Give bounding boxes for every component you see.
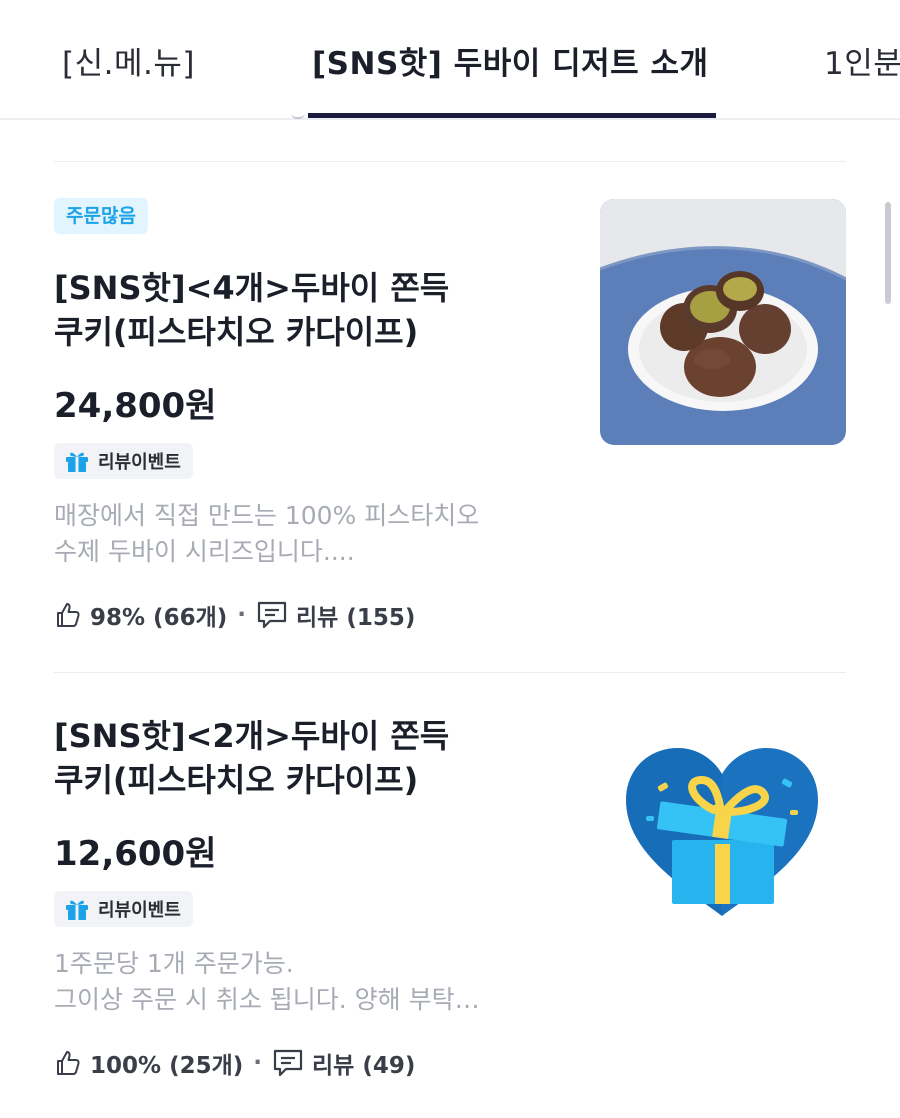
menu-item-title: [SNS핫]<4개>두바이 쫀득 쿠키(피스타치오 카다이프) <box>54 266 574 354</box>
review-count-text: 리뷰 (155) <box>296 605 416 631</box>
tab-sns-dubai-dessert[interactable]: [SNS핫] 두바이 디저트 소개 <box>312 38 709 83</box>
comment-icon <box>257 601 287 629</box>
description-line: 그이상 주문 시 취소 됩니다. 양해 부탁… <box>54 985 480 1014</box>
menu-item-title-line: 쿠키(피스타치오 카다이프) <box>54 761 419 799</box>
separator-dot: · <box>237 602 246 628</box>
review-event-badge: 리뷰이벤트 <box>54 443 193 479</box>
menu-item-stats: 98% (66개) · 리뷰 (155) <box>54 597 415 633</box>
menu-item-title-line: [SNS핫]<2개>두바이 쫀득 <box>54 717 450 755</box>
review-event-label: 리뷰이벤트 <box>98 900 181 921</box>
dubai-cookie-photo[interactable] <box>600 199 846 445</box>
scrollbar[interactable] <box>885 202 891 304</box>
description-line: 수제 두바이 시리즈입니다.... <box>54 537 355 566</box>
separator-dot: · <box>253 1050 263 1076</box>
menu-item-title-line: [SNS핫]<4개>두바이 쫀득 <box>54 269 450 307</box>
review-event-label: 리뷰이벤트 <box>98 452 181 473</box>
review-event-badge: 리뷰이벤트 <box>54 891 193 927</box>
thumbs-up-icon <box>57 603 80 627</box>
gift-heart-icon[interactable] <box>622 744 822 920</box>
description-line: 1주문당 1개 주문가능. <box>54 949 294 978</box>
divider <box>54 672 846 673</box>
thumbs-up-icon <box>57 1051 80 1075</box>
comment-icon <box>273 1049 303 1077</box>
active-tab-indicator <box>308 113 716 118</box>
gift-icon <box>66 900 88 920</box>
menu-item-description: 1주문당 1개 주문가능. 그이상 주문 시 취소 됩니다. 양해 부탁… <box>54 946 574 1018</box>
menu-item-description: 매장에서 직접 만드는 100% 피스타치오 수제 두바이 시리즈입니다.... <box>54 498 574 570</box>
menu-page: [신.메.뉴] [SNS핫] 두바이 디저트 소개 1인분 주문많음 [SNS핫… <box>0 0 900 1118</box>
rating-text: 98% (66개) <box>90 605 228 631</box>
review-count-text: 리뷰 (49) <box>312 1053 416 1079</box>
category-tabbar: [신.메.뉴] [SNS핫] 두바이 디저트 소개 1인분 <box>0 0 900 120</box>
tab-new-menu[interactable]: [신.메.뉴] <box>62 38 195 83</box>
menu-item-stats: 100% (25개) · 리뷰 (49) <box>54 1045 415 1081</box>
gift-icon <box>66 452 88 472</box>
menu-item-title: [SNS핫]<2개>두바이 쫀득 쿠키(피스타치오 카다이프) <box>54 714 574 802</box>
menu-item-price: 12,600원 <box>54 834 217 874</box>
description-line: 매장에서 직접 만드는 100% 피스타치오 <box>54 501 480 530</box>
popular-badge: 주문많음 <box>54 198 148 234</box>
tab-single-serving[interactable]: 1인분 <box>824 38 900 83</box>
rating-text: 100% (25개) <box>90 1053 244 1079</box>
menu-item-price: 24,800원 <box>54 386 217 426</box>
menu-item-title-line: 쿠키(피스타치오 카다이프) <box>54 313 419 351</box>
divider <box>54 161 846 162</box>
